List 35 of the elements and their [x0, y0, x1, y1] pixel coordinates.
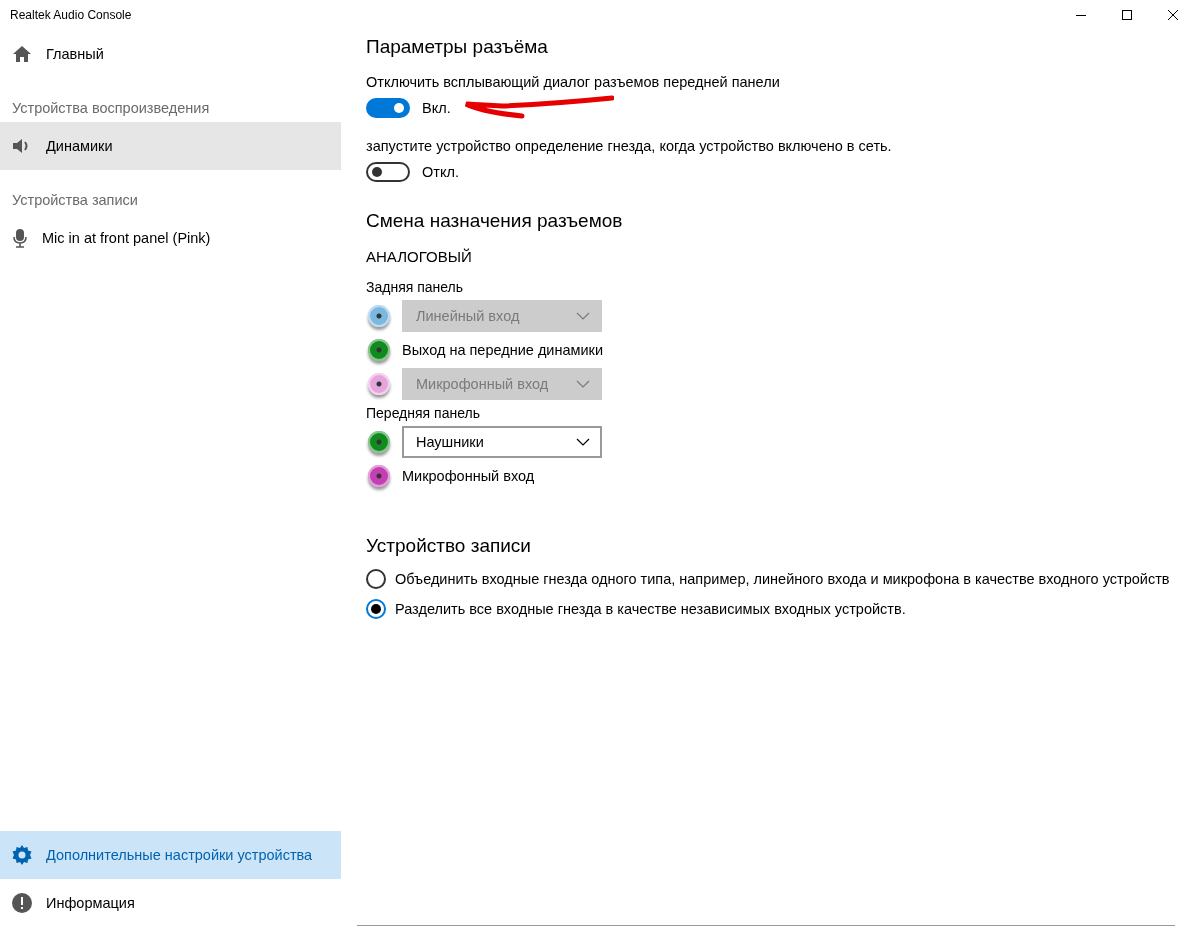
chevron-down-icon	[576, 438, 590, 446]
subsection-title: АНАЛОГОВЫЙ	[366, 248, 473, 265]
chevron-down-icon	[576, 312, 590, 320]
gear-icon	[12, 845, 32, 865]
chevron-down-icon	[576, 380, 590, 388]
maximize-icon	[1122, 10, 1132, 20]
jack-label: Выход на передние динамики	[402, 342, 604, 358]
microphone-icon	[12, 228, 28, 248]
window-title: Realtek Audio Console	[9, 8, 133, 22]
home-icon	[12, 45, 32, 63]
sidebar-item[interactable]: Динамики	[0, 122, 341, 170]
setting-label: запустите устройство определение гнезда, когда устройство включено в сеть.	[366, 138, 893, 154]
jack-dropdown[interactable]: Наушники	[402, 426, 602, 458]
toggle-state: Откл.	[422, 164, 459, 180]
radio-option[interactable]: Объединить входные гнезда одного типа, например, линейного входа и микрофона в качестве входного устройств	[366, 569, 1196, 589]
section-header: Устройства воспроизведения	[11, 99, 211, 118]
minimize-icon	[1076, 14, 1086, 16]
section-title: Устройство записи	[366, 535, 532, 557]
panel-label: Передняя панель	[366, 405, 481, 421]
jack-label: Микрофонный вход	[402, 468, 535, 484]
sidebar-item[interactable]: Mic in at front panel (Pink)	[0, 214, 341, 262]
panel-label: Задняя панель	[366, 279, 465, 295]
close-icon	[1168, 10, 1178, 20]
radio-option[interactable]: Разделить все входные гнезда в качестве независимых входных устройств.	[366, 599, 1196, 619]
sidebar-item[interactable]: Главный	[0, 30, 341, 78]
info-icon	[12, 893, 32, 913]
section-title: Параметры разъёма	[366, 36, 549, 58]
setting-label: Отключить всплывающий диалог разъемов передней панели	[366, 74, 781, 90]
sidebar-item[interactable]: Дополнительные настройки устройства	[0, 831, 341, 879]
section-header: Устройства записи	[11, 191, 139, 210]
toggle-state: Вкл.	[422, 100, 451, 116]
section-title: Смена назначения разъемов	[366, 210, 624, 232]
toggle-switch[interactable]	[366, 162, 410, 182]
sidebar-item[interactable]: Информация	[0, 879, 341, 927]
toggle-switch[interactable]	[366, 98, 410, 118]
